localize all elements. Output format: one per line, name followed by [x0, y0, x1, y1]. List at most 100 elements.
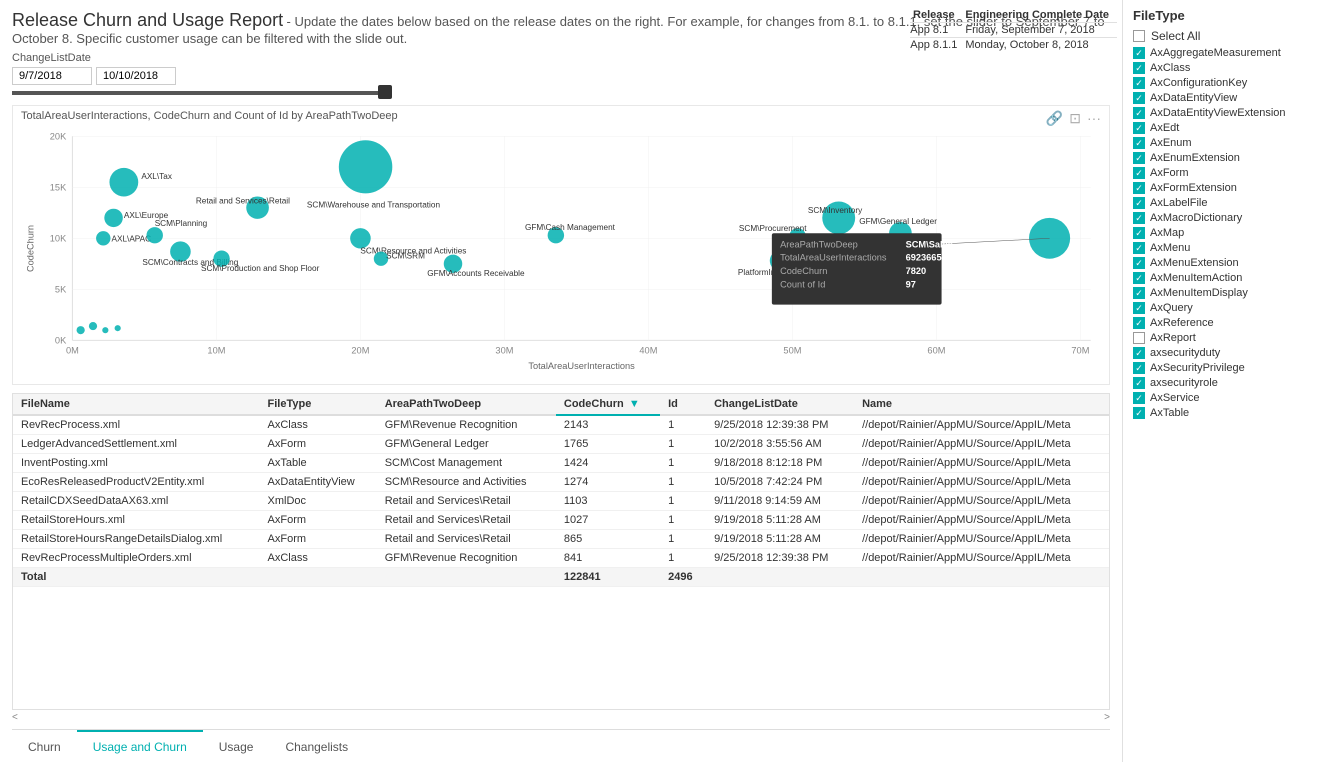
chart-more-icon[interactable]: ··· — [1087, 110, 1101, 127]
col-header-name[interactable]: Name — [854, 394, 1109, 415]
filter-item[interactable]: AxEdt — [1133, 122, 1322, 134]
filter-item[interactable]: AxForm — [1133, 167, 1322, 179]
filter-items-container: AxAggregateMeasurement AxClass AxConfigu… — [1133, 47, 1322, 419]
filter-item[interactable]: AxSecurityPrivilege — [1133, 362, 1322, 374]
filter-checkbox[interactable] — [1133, 392, 1145, 404]
bubble-small-3[interactable] — [102, 327, 108, 333]
filter-checkbox[interactable] — [1133, 347, 1145, 359]
bubble-axl-europe[interactable] — [104, 209, 123, 227]
filter-checkbox[interactable] — [1133, 77, 1145, 89]
cell-name: //depot/Rainier/AppMU/Source/AppIL/Meta — [854, 511, 1109, 530]
tab-usage[interactable]: Usage — [203, 730, 270, 762]
bubble-small-4[interactable] — [115, 325, 121, 331]
filter-checkbox[interactable] — [1133, 212, 1145, 224]
filter-item[interactable]: axsecurityrole — [1133, 377, 1322, 389]
filter-checkbox[interactable] — [1133, 287, 1145, 299]
filter-item[interactable]: axsecurityduty — [1133, 347, 1322, 359]
bubble-scm-planning[interactable] — [146, 227, 162, 243]
filter-checkbox[interactable] — [1133, 137, 1145, 149]
svg-text:CodeChurn: CodeChurn — [25, 225, 35, 272]
slider-end-date[interactable] — [96, 67, 176, 85]
filter-checkbox[interactable] — [1133, 377, 1145, 389]
total-area — [377, 568, 556, 587]
bubble-small-2[interactable] — [89, 322, 97, 330]
filter-item[interactable]: AxMacroDictionary — [1133, 212, 1322, 224]
data-table-wrapper[interactable]: FileName FileType AreaPathTwoDeep CodeCh… — [12, 393, 1110, 710]
table-row: LedgerAdvancedSettlement.xml AxForm GFM\… — [13, 435, 1109, 454]
filter-checkbox[interactable] — [1133, 302, 1145, 314]
bubble-axl-apac[interactable] — [96, 231, 110, 245]
col-header-filename[interactable]: FileName — [13, 394, 260, 415]
filter-item-label: AxDataEntityView — [1150, 92, 1237, 104]
col-header-date[interactable]: ChangeListDate — [706, 394, 854, 415]
filter-checkbox[interactable] — [1133, 152, 1145, 164]
filter-checkbox[interactable] — [1133, 227, 1145, 239]
filter-checkbox[interactable] — [1133, 182, 1145, 194]
tab-usage-and-churn[interactable]: Usage and Churn — [77, 730, 203, 762]
filter-checkbox[interactable] — [1133, 122, 1145, 134]
filter-checkbox[interactable] — [1133, 272, 1145, 284]
chart-link-icon[interactable]: 🔗 — [1046, 110, 1063, 127]
slider-track[interactable] — [12, 91, 392, 95]
filter-item[interactable]: AxMenu — [1133, 242, 1322, 254]
filter-checkbox[interactable] — [1133, 257, 1145, 269]
col-header-id[interactable]: Id — [660, 394, 706, 415]
report-title: Release Churn and Usage Report — [12, 10, 283, 30]
filter-item[interactable]: AxService — [1133, 392, 1322, 404]
svg-text:20K: 20K — [50, 131, 67, 141]
chart-expand-icon[interactable]: ⊡ — [1069, 110, 1081, 127]
filter-checkbox[interactable] — [1133, 197, 1145, 209]
filter-item[interactable]: AxClass — [1133, 62, 1322, 74]
filter-item[interactable]: AxEnumExtension — [1133, 152, 1322, 164]
filter-checkbox[interactable] — [1133, 332, 1145, 344]
filter-item[interactable]: AxMenuItemDisplay — [1133, 287, 1322, 299]
filter-item[interactable]: AxEnum — [1133, 137, 1322, 149]
slider-start-date[interactable] — [12, 67, 92, 85]
filter-item[interactable]: AxConfigurationKey — [1133, 77, 1322, 89]
cell-name: //depot/Rainier/AppMU/Source/AppIL/Meta — [854, 435, 1109, 454]
bubble-scm-sales[interactable] — [1029, 218, 1070, 259]
filter-checkbox[interactable] — [1133, 92, 1145, 104]
slider-thumb-right[interactable] — [378, 85, 392, 99]
filter-item[interactable]: AxAggregateMeasurement — [1133, 47, 1322, 59]
filter-item[interactable]: AxReport — [1133, 332, 1322, 344]
cell-id: 1 — [660, 530, 706, 549]
filter-item[interactable]: AxDataEntityView — [1133, 92, 1322, 104]
filter-item[interactable]: AxMap — [1133, 227, 1322, 239]
filter-item[interactable]: AxFormExtension — [1133, 182, 1322, 194]
filter-item[interactable]: AxLabelFile — [1133, 197, 1322, 209]
filter-checkbox[interactable] — [1133, 167, 1145, 179]
bubble-scm-resource[interactable] — [350, 228, 371, 248]
filter-item[interactable]: AxMenuItemAction — [1133, 272, 1322, 284]
bubble-axl-tax[interactable] — [109, 168, 138, 197]
filter-checkbox[interactable] — [1133, 407, 1145, 419]
tab-churn[interactable]: Churn — [12, 730, 77, 762]
col-header-codechurn[interactable]: CodeChurn ▼ — [556, 394, 660, 415]
bubble-scm-warehouse[interactable] — [339, 140, 392, 193]
filter-item[interactable]: AxTable — [1133, 407, 1322, 419]
filter-checkbox[interactable] — [1133, 62, 1145, 74]
filter-checkbox[interactable] — [1133, 362, 1145, 374]
tab-changelists[interactable]: Changelists — [269, 730, 364, 762]
filter-item[interactable]: AxReference — [1133, 317, 1322, 329]
col-header-filetype[interactable]: FileType — [260, 394, 377, 415]
filter-checkbox[interactable] — [1133, 107, 1145, 119]
release-col-header: Release — [910, 8, 965, 23]
slider-fill — [12, 91, 392, 95]
filter-item[interactable]: AxMenuExtension — [1133, 257, 1322, 269]
bubble-small-1[interactable] — [77, 326, 85, 334]
filter-item-label: AxMenu — [1150, 242, 1190, 254]
svg-text:SCM\Production and Shop Floor: SCM\Production and Shop Floor — [201, 264, 320, 273]
select-all-label[interactable]: Select All — [1151, 29, 1200, 43]
cell-filetype: AxForm — [260, 511, 377, 530]
col-header-area[interactable]: AreaPathTwoDeep — [377, 394, 556, 415]
filter-checkbox[interactable] — [1133, 242, 1145, 254]
cell-filetype: AxClass — [260, 415, 377, 435]
filter-item[interactable]: AxQuery — [1133, 302, 1322, 314]
slider-thumb-left[interactable] — [12, 85, 26, 99]
select-all-checkbox[interactable] — [1133, 30, 1145, 42]
svg-text:30M: 30M — [495, 346, 513, 356]
filter-item[interactable]: AxDataEntityViewExtension — [1133, 107, 1322, 119]
filter-checkbox[interactable] — [1133, 47, 1145, 59]
filter-checkbox[interactable] — [1133, 317, 1145, 329]
